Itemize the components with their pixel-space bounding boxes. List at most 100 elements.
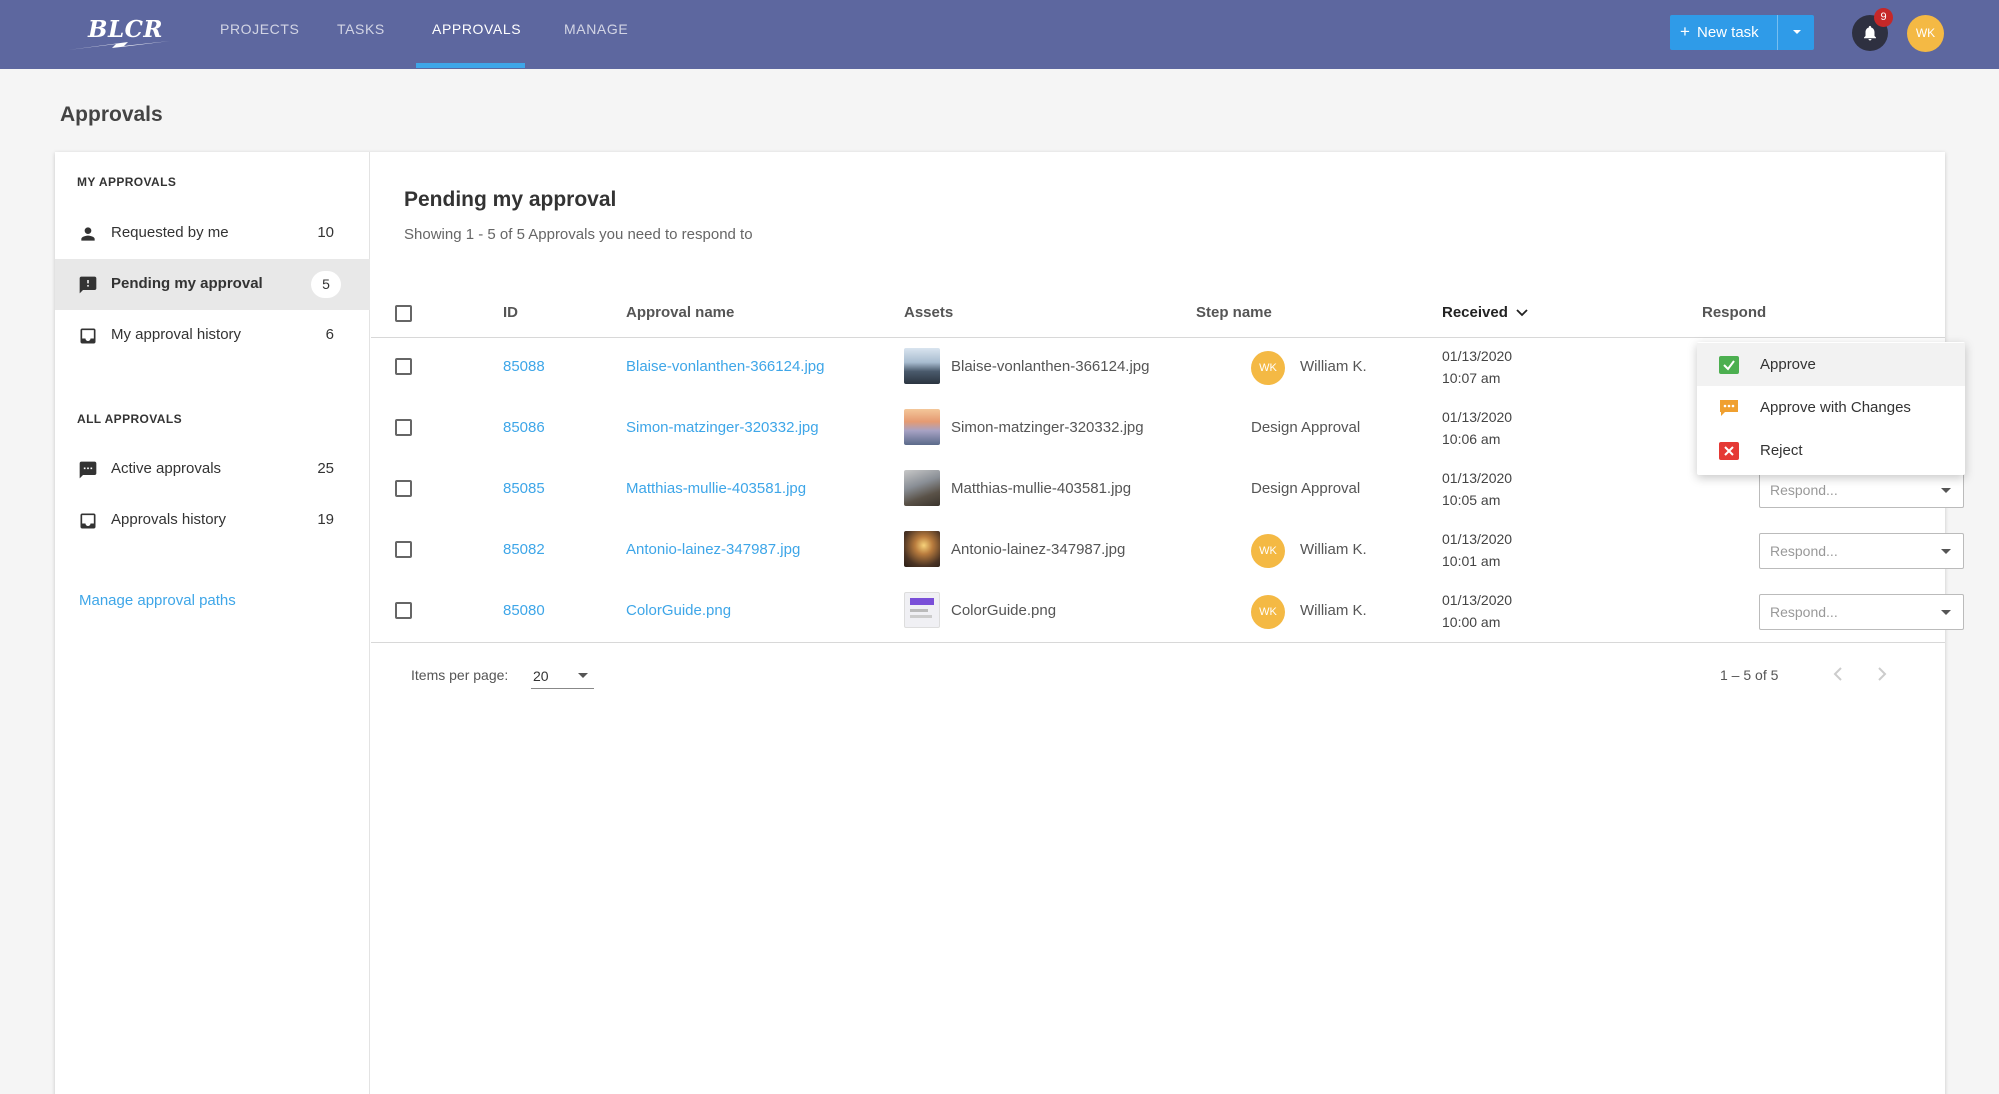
approval-id-link[interactable]: 85082 <box>503 541 545 558</box>
step-name: William K. <box>1300 358 1367 375</box>
select-all-checkbox[interactable] <box>395 305 412 322</box>
asset-thumbnail[interactable] <box>904 348 940 384</box>
section-title: Pending my approval <box>404 188 617 211</box>
approval-name-link[interactable]: Matthias-mullie-403581.jpg <box>626 480 806 497</box>
received-date: 01/13/2020 <box>1442 409 1513 425</box>
approval-id-link[interactable]: 85088 <box>503 358 545 375</box>
approval-name-link[interactable]: ColorGuide.png <box>626 602 731 619</box>
step-avatar: WK <box>1251 534 1285 568</box>
nav-approvals[interactable]: APPROVALS <box>432 21 521 37</box>
my-approvals-heading: MY APPROVALS <box>77 175 177 189</box>
approve-check-icon <box>1719 356 1739 374</box>
row-checkbox[interactable] <box>395 602 412 619</box>
respond-select[interactable]: Respond... <box>1759 594 1964 630</box>
step-name: Design Approval <box>1251 419 1361 436</box>
respond-select[interactable]: Respond... <box>1759 533 1964 569</box>
asset-thumbnail[interactable] <box>904 470 940 506</box>
items-per-page-select[interactable]: 20 <box>531 662 594 689</box>
approvals-sidebar: MY APPROVALS Requested by me 10 Pending … <box>55 152 370 1094</box>
received-date: 01/13/2020 <box>1442 470 1513 486</box>
row-checkbox[interactable] <box>395 541 412 558</box>
step-name: William K. <box>1300 602 1367 619</box>
approval-id-link[interactable]: 85080 <box>503 602 545 619</box>
approval-id-link[interactable]: 85086 <box>503 419 545 436</box>
approval-name-link[interactable]: Simon-matzinger-320332.jpg <box>626 419 819 436</box>
menu-item-approve-with-changes[interactable]: Approve with Changes <box>1697 386 1965 429</box>
top-nav-bar: BLCR PROJECTS TASKS APPROVALS MANAGE + N… <box>0 0 1999 69</box>
brand-logo[interactable]: BLCR <box>66 16 174 52</box>
approval-id-link[interactable]: 85085 <box>503 480 545 497</box>
color-guide-swatch <box>910 598 934 605</box>
menu-item-reject[interactable]: Reject <box>1697 429 1965 472</box>
menu-item-label: Approve with Changes <box>1760 399 1911 416</box>
row-checkbox[interactable] <box>395 480 412 497</box>
asset-thumbnail[interactable] <box>904 531 940 567</box>
plus-icon: + <box>1680 22 1690 41</box>
inbox-icon <box>80 513 96 529</box>
column-header-step-name[interactable]: Step name <box>1196 304 1272 321</box>
caret-down-icon <box>1941 610 1951 615</box>
feedback-icon <box>79 276 97 294</box>
sidebar-item-my-approval-history[interactable]: My approval history 6 <box>55 310 370 361</box>
row-checkbox[interactable] <box>395 419 412 436</box>
step-avatar: WK <box>1251 351 1285 385</box>
sidebar-item-count: 19 <box>317 511 334 528</box>
user-avatar[interactable]: WK <box>1907 15 1944 52</box>
approval-name-link[interactable]: Antonio-lainez-347987.jpg <box>626 541 800 558</box>
menu-item-label: Reject <box>1760 442 1803 459</box>
page-title: Approvals <box>60 103 163 126</box>
menu-item-approve[interactable]: Approve <box>1697 343 1965 386</box>
respond-placeholder: Respond... <box>1770 482 1838 498</box>
items-per-page-label: Items per page: <box>411 667 509 683</box>
sidebar-item-label: Active approvals <box>111 460 222 477</box>
previous-page-icon[interactable] <box>1828 664 1848 684</box>
asset-name: Blaise-vonlanthen-366124.jpg <box>951 358 1150 375</box>
column-header-approval-name[interactable]: Approval name <box>626 304 734 321</box>
asset-thumbnail[interactable] <box>904 592 940 628</box>
new-task-label: New task <box>1697 24 1759 41</box>
logo-bolt-icon <box>68 41 170 50</box>
new-task-dropdown-button[interactable] <box>1777 15 1814 50</box>
approve-with-changes-comment-icon <box>1720 400 1738 416</box>
asset-name: Antonio-lainez-347987.jpg <box>951 541 1126 558</box>
sidebar-item-pending-my-approval[interactable]: Pending my approval 5 <box>55 259 370 310</box>
next-page-icon[interactable] <box>1872 664 1892 684</box>
respond-placeholder: Respond... <box>1770 604 1838 620</box>
chat-icon <box>79 461 97 479</box>
approvals-card: MY APPROVALS Requested by me 10 Pending … <box>55 152 1964 1094</box>
manage-approval-paths-link[interactable]: Manage approval paths <box>79 592 236 609</box>
sidebar-item-label: Requested by me <box>111 224 229 241</box>
caret-down-icon <box>1941 549 1951 554</box>
section-subtitle: Showing 1 - 5 of 5 Approvals you need to… <box>404 226 753 243</box>
step-name: William K. <box>1300 541 1367 558</box>
sidebar-item-count-badge: 5 <box>311 271 341 298</box>
received-time: 10:05 am <box>1442 492 1501 508</box>
person-icon <box>81 227 95 241</box>
received-time: 10:00 am <box>1442 614 1501 630</box>
color-guide-line <box>910 615 932 618</box>
reject-x-icon <box>1719 442 1739 460</box>
step-avatar: WK <box>1251 595 1285 629</box>
column-header-respond: Respond <box>1702 304 1767 321</box>
column-header-received[interactable]: Received <box>1442 304 1528 321</box>
nav-projects[interactable]: PROJECTS <box>220 21 299 37</box>
respond-menu: Approve Approve with Changes Reject <box>1697 342 1965 475</box>
approval-name-link[interactable]: Blaise-vonlanthen-366124.jpg <box>626 358 824 375</box>
sidebar-item-approvals-history[interactable]: Approvals history 19 <box>55 495 370 546</box>
step-name: Design Approval <box>1251 480 1361 497</box>
nav-manage[interactable]: MANAGE <box>564 21 628 37</box>
nav-tasks[interactable]: TASKS <box>337 21 385 37</box>
sidebar-item-requested-by-me[interactable]: Requested by me 10 <box>55 208 370 259</box>
asset-name: ColorGuide.png <box>951 602 1057 619</box>
column-header-assets[interactable]: Assets <box>904 304 953 321</box>
notification-count-badge: 9 <box>1874 8 1893 27</box>
sidebar-item-active-approvals[interactable]: Active approvals 25 <box>55 444 370 495</box>
color-guide-line <box>910 609 928 612</box>
column-header-id[interactable]: ID <box>503 304 518 321</box>
sidebar-item-label: Approvals history <box>111 511 227 528</box>
received-header-label: Received <box>1442 304 1508 321</box>
row-checkbox[interactable] <box>395 358 412 375</box>
asset-thumbnail[interactable] <box>904 409 940 445</box>
table-row: 85082 Antonio-lainez-347987.jpg Antonio-… <box>371 521 1964 582</box>
respond-select[interactable]: Respond... <box>1759 472 1964 508</box>
